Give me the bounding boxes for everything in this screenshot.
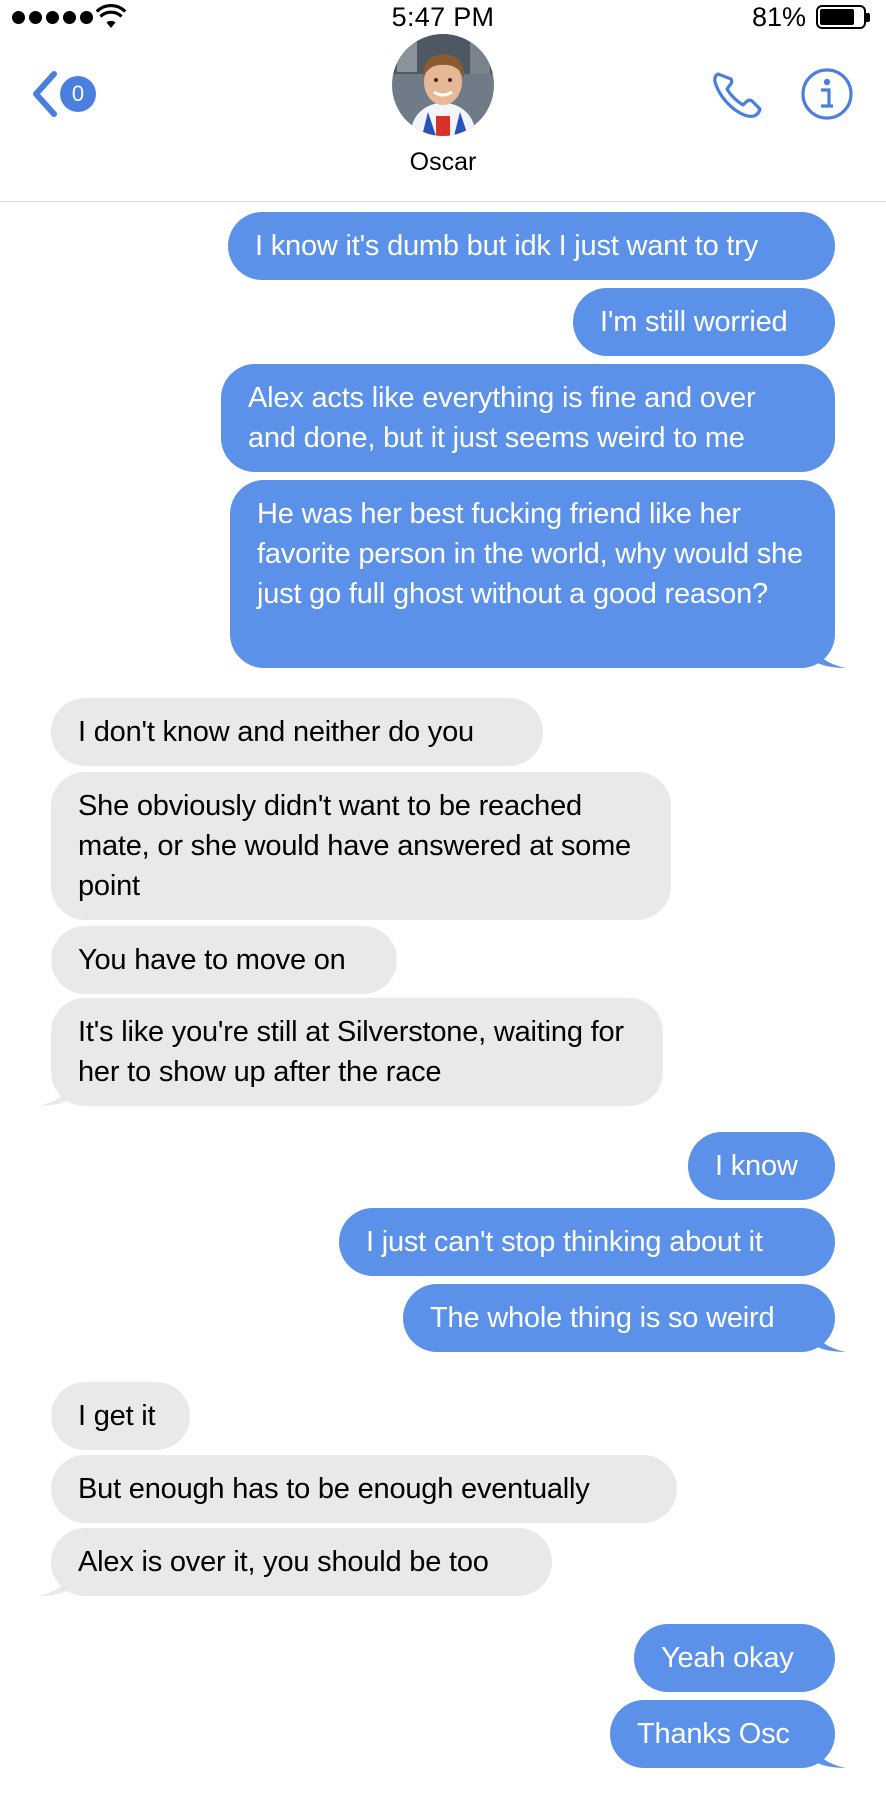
unread-count-badge: 0	[60, 76, 96, 112]
phone-icon[interactable]	[706, 64, 766, 124]
battery-icon	[816, 5, 866, 29]
message-bubble[interactable]: I get it	[51, 1382, 190, 1450]
message-bubble[interactable]: Alex is over it, you should be too	[51, 1528, 552, 1596]
message-bubble[interactable]: I know	[688, 1132, 835, 1200]
bubble-tail	[38, 1078, 72, 1106]
message-bubble[interactable]: The whole thing is so weird	[403, 1284, 835, 1352]
status-bar: 5:47 PM 81%	[0, 0, 886, 34]
bubble-tail	[812, 1324, 846, 1352]
message-bubble[interactable]: It's like you're still at Silverstone, w…	[51, 998, 663, 1106]
message-bubble[interactable]: Thanks Osc	[610, 1700, 835, 1768]
battery-percentage: 81%	[751, 2, 806, 32]
message-bubble[interactable]: Yeah okay	[634, 1624, 835, 1692]
conversation-header: 0 Oscar	[0, 34, 886, 202]
message-bubble[interactable]: I don't know and neither do you	[51, 698, 543, 766]
bubble-tail	[812, 640, 846, 668]
message-bubble[interactable]: You have to move on	[51, 926, 397, 994]
message-bubble[interactable]: Alex acts like everything is fine and ov…	[221, 364, 835, 472]
message-bubble[interactable]: But enough has to be enough eventually	[51, 1455, 677, 1523]
message-bubble[interactable]: I'm still worried	[573, 288, 835, 356]
back-button[interactable]: 0	[30, 64, 110, 124]
contact-avatar[interactable]	[392, 34, 494, 136]
messages-screen: 5:47 PM 81% 0 Oscar I know it's dumb but…	[0, 0, 886, 1805]
message-bubble[interactable]: He was her best fucking friend like her …	[230, 480, 835, 668]
info-icon[interactable]	[797, 64, 857, 124]
message-bubble[interactable]: I just can't stop thinking about it	[339, 1208, 835, 1276]
bubble-tail	[38, 1568, 72, 1596]
message-bubble[interactable]: She obviously didn't want to be reached …	[51, 772, 671, 920]
chevron-left-icon	[33, 71, 57, 117]
bubble-tail	[812, 1740, 846, 1768]
contact-name[interactable]: Oscar	[0, 148, 886, 177]
battery-tip	[866, 13, 870, 22]
message-bubble[interactable]: I know it's dumb but idk I just want to …	[228, 212, 835, 280]
